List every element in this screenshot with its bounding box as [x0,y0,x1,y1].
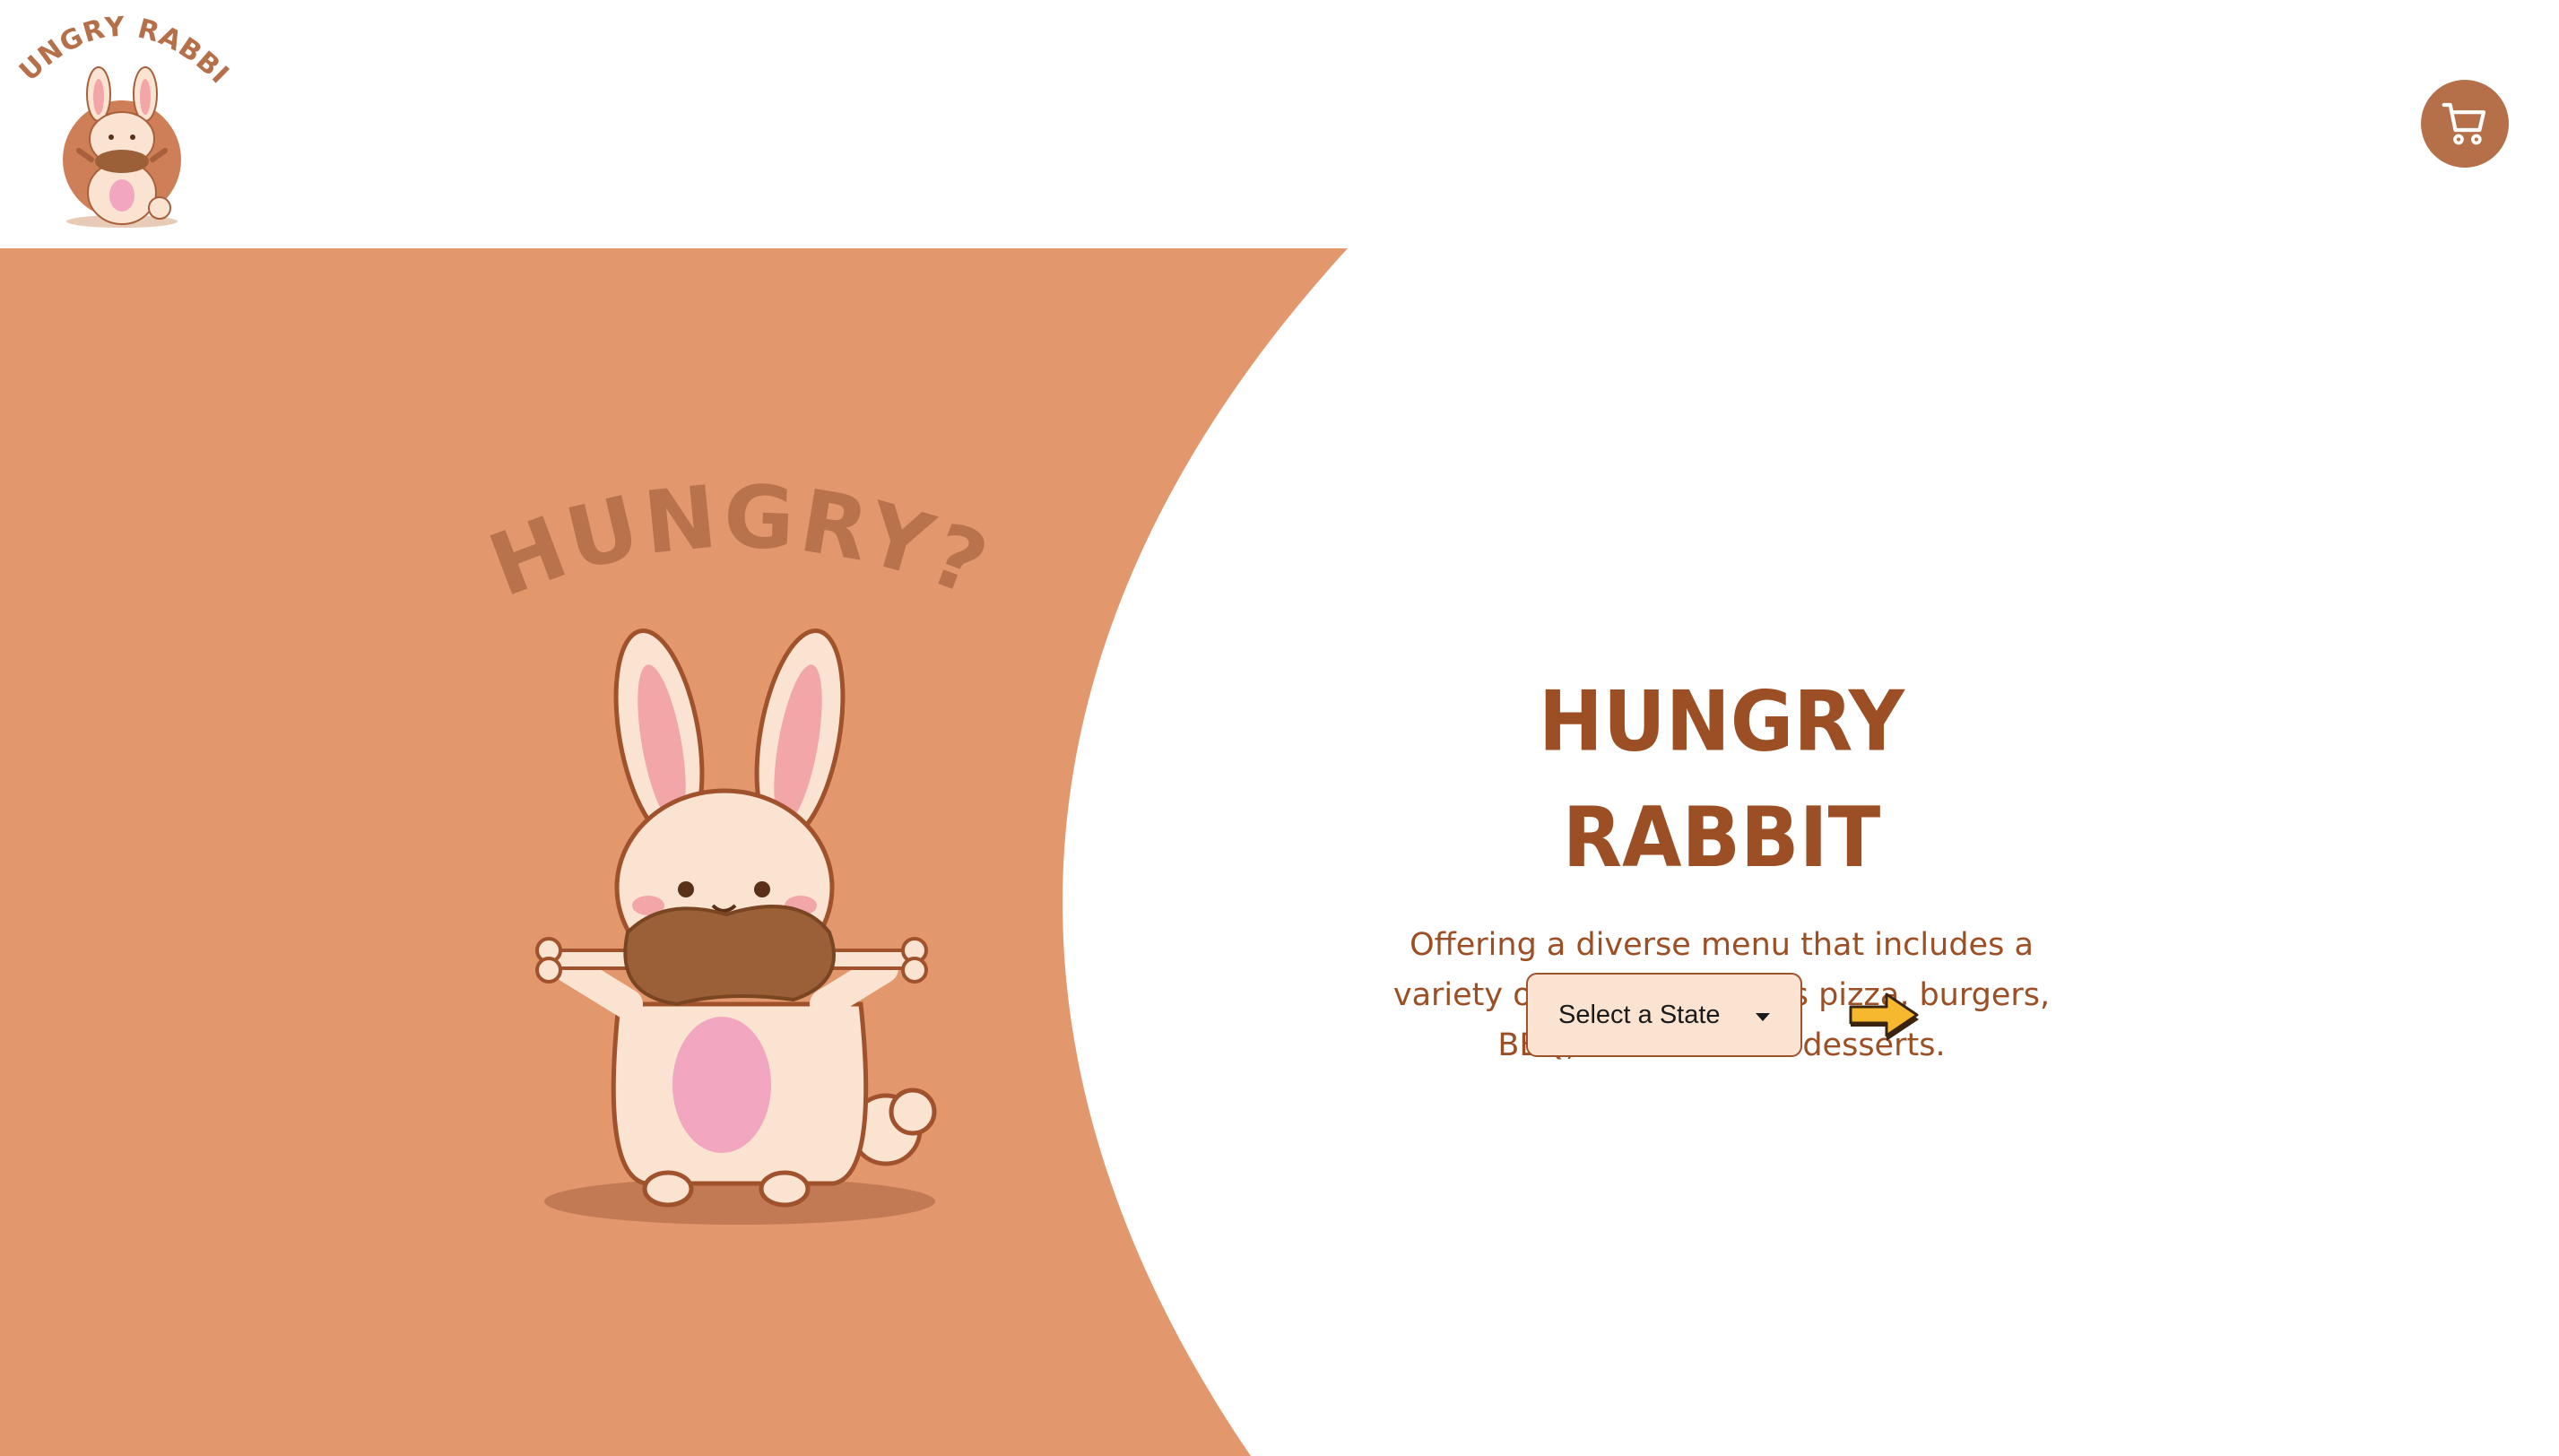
page-title: HUNGRY RABBIT [1538,673,1905,887]
logo-text: HUNGRY RABBIT [0,0,234,91]
logo[interactable]: HUNGRY RABBIT [0,0,234,238]
illustration-text: HUNGRY? [477,466,1000,617]
hungry-rabbit-illustration: HUNGRY? [477,466,1000,1237]
svg-text:HUNGRY?: HUNGRY? [484,466,986,617]
next-button[interactable] [1847,989,1924,1044]
header: HUNGRY RABBIT [0,0,2559,248]
page: HUNGRY RABBIT [0,0,2559,1456]
state-controls: Select a State [1526,973,1939,1059]
cart-button[interactable] [2421,80,2509,168]
caret-down-icon [1756,1013,1770,1021]
shopping-cart-icon [2442,102,2486,145]
rabbit-illustration: HUNGRY? [477,466,1000,1225]
hero-background [0,248,1348,1456]
svg-text:HUNGRY RABBIT: HUNGRY RABBIT [9,9,233,91]
logo-image: HUNGRY RABBIT [0,0,234,228]
state-select[interactable]: Select a State [1526,973,1802,1057]
state-select-label: Select a State [1558,1000,1721,1029]
arrow-right-icon [1849,992,1919,1041]
